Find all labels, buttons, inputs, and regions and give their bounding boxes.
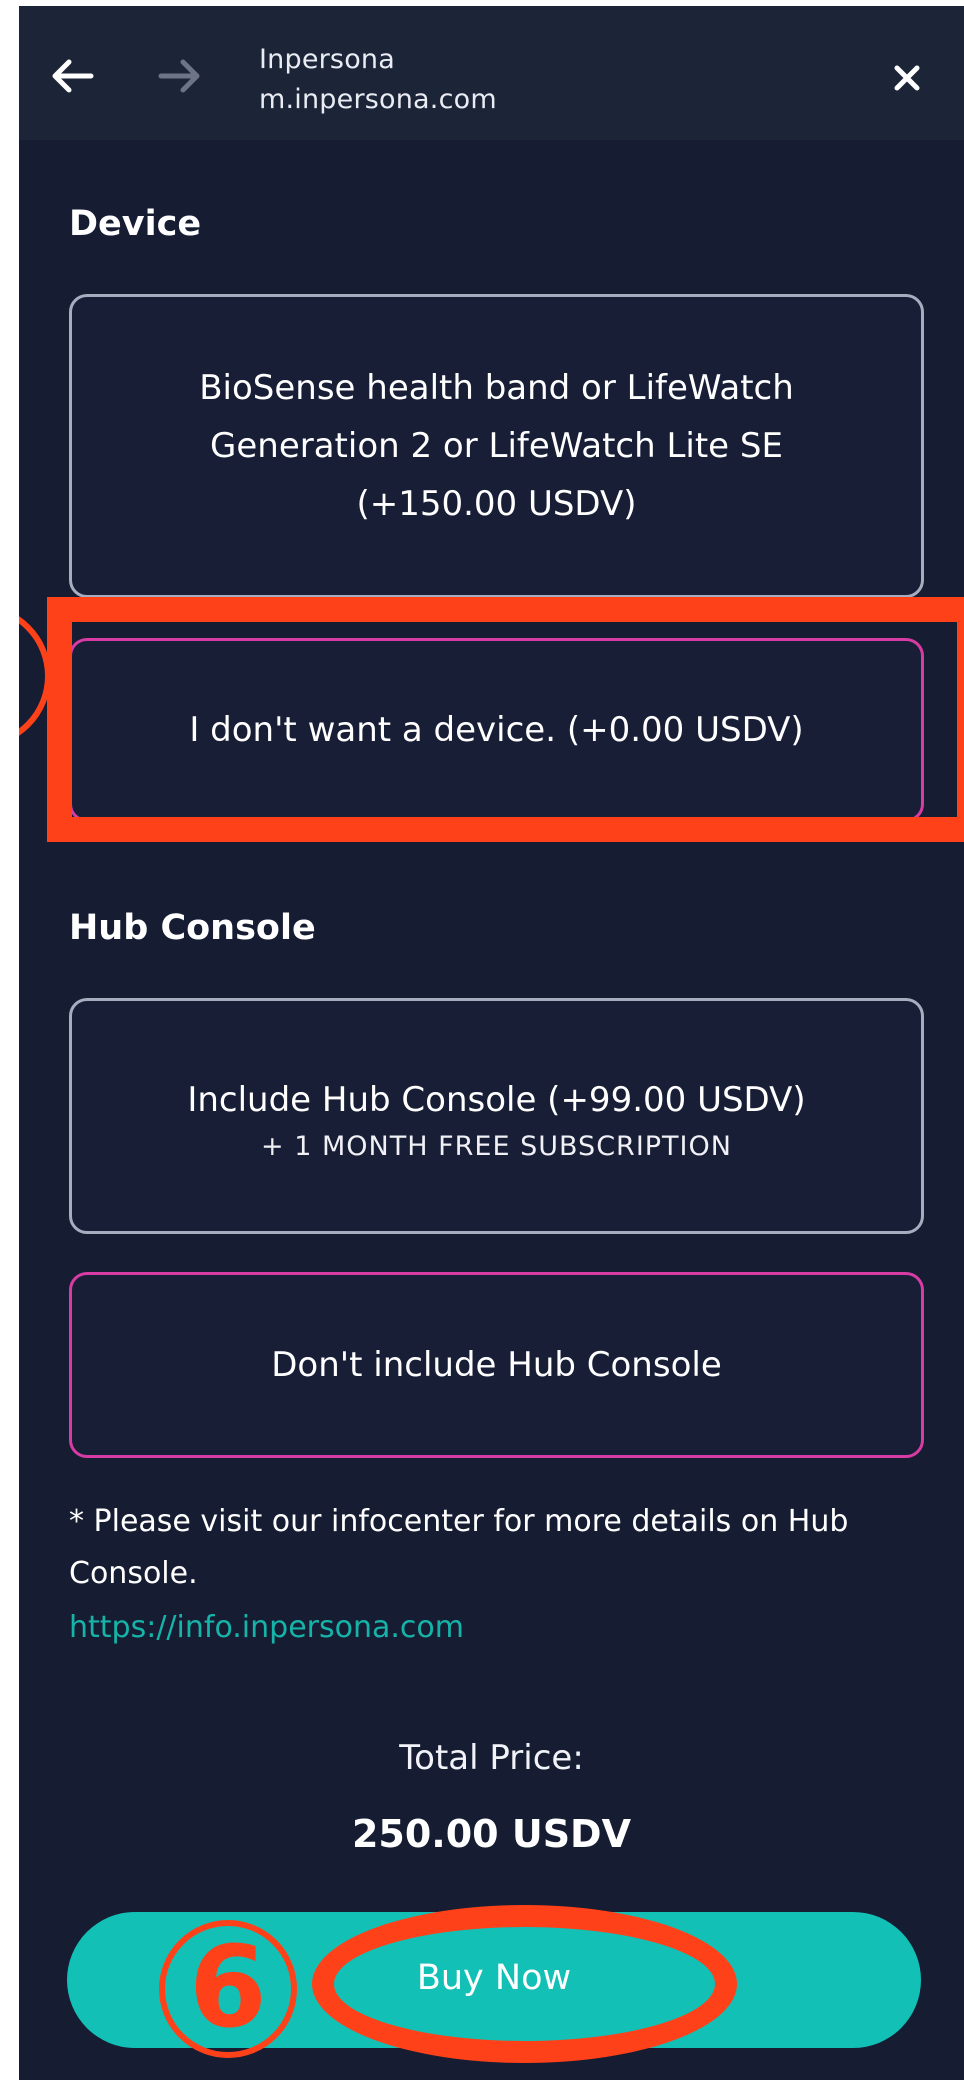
option-label: Don't include Hub Console: [271, 1345, 722, 1385]
app-screen: Inpersona m.inpersona.com Device BioSens…: [19, 6, 964, 2080]
browser-header: Inpersona m.inpersona.com: [19, 6, 964, 140]
highlight-ellipse: [312, 1905, 737, 2063]
option-label: Include Hub Console (+99.00 USDV): [187, 1079, 806, 1120]
option-label-line: BioSense health band or LifeWatch: [199, 368, 794, 408]
site-title: Inpersona: [259, 44, 395, 75]
infocenter-link[interactable]: https://info.inpersona.com: [69, 1610, 464, 1645]
option-label-line: Generation 2 or LifeWatch Lite SE: [210, 426, 783, 466]
forward-button[interactable]: [157, 56, 205, 96]
arrow-right-icon: [158, 59, 200, 93]
device-option-biosense[interactable]: BioSense health band or LifeWatch Genera…: [69, 294, 924, 598]
site-url: m.inpersona.com: [259, 84, 497, 115]
hub-option-include[interactable]: Include Hub Console (+99.00 USDV) + 1 MO…: [69, 998, 924, 1234]
hub-option-exclude[interactable]: Don't include Hub Console: [69, 1272, 924, 1458]
close-button[interactable]: [887, 58, 927, 98]
arrow-left-icon: [52, 59, 94, 93]
device-section-title: Device: [69, 204, 202, 244]
hub-section-title: Hub Console: [69, 908, 316, 948]
back-button[interactable]: [47, 56, 95, 96]
infocenter-note: * Please visit our infocenter for more d…: [69, 1504, 849, 1591]
step-marker-6: 6: [159, 1920, 297, 2058]
option-sublabel: + 1 MONTH FREE SUBSCRIPTION: [261, 1130, 732, 1162]
close-icon: [894, 65, 920, 91]
total-price-label: Total Price:: [399, 1738, 584, 1778]
total-price-value: 250.00 USDV: [351, 1812, 632, 1856]
option-label-line: (+150.00 USDV): [356, 484, 637, 524]
highlight-box: [47, 597, 964, 842]
